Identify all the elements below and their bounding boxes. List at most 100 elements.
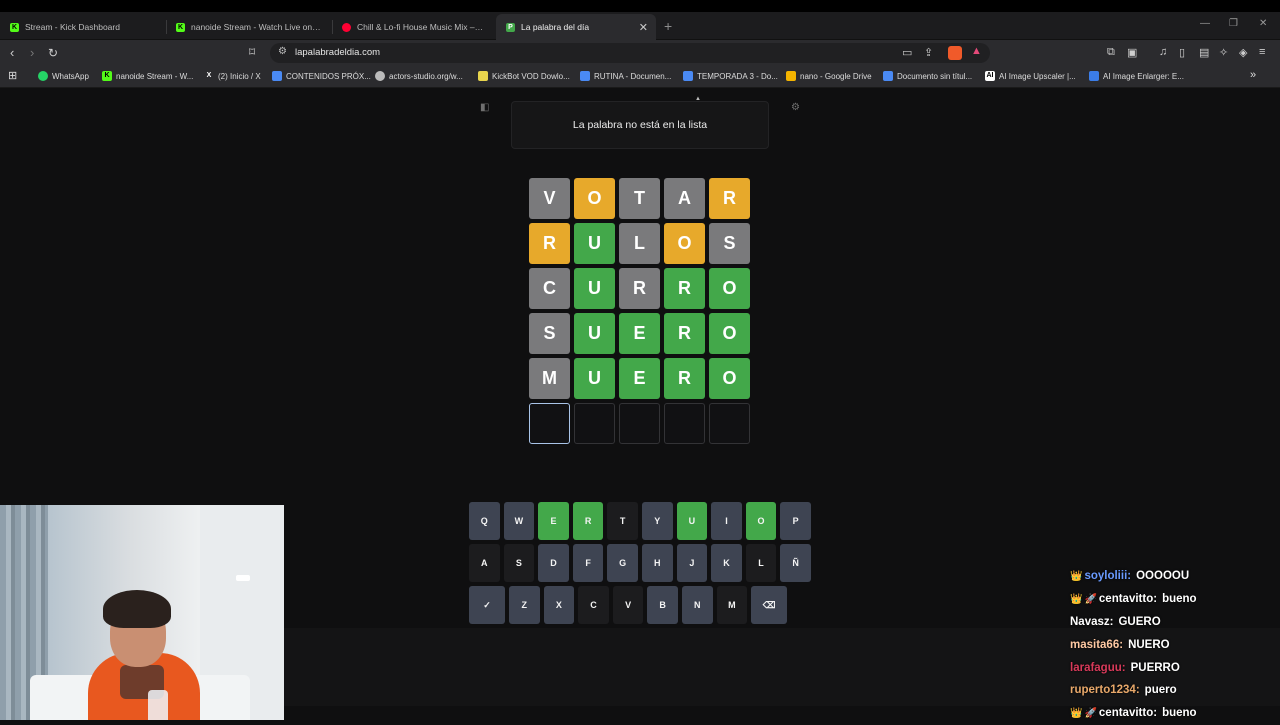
bookmark-drive[interactable]: nano - Google Drive	[786, 71, 872, 81]
bookmark-contenidos[interactable]: CONTENIDOS PRÓX...	[272, 71, 371, 81]
key-t[interactable]: T	[607, 502, 638, 540]
key-d[interactable]: D	[538, 544, 569, 582]
webcam-overlay	[0, 505, 284, 720]
key-c[interactable]: C	[578, 586, 609, 624]
ai-icon: AI	[985, 71, 995, 81]
close-tab-icon[interactable]: ✕	[639, 21, 648, 34]
key-x[interactable]: X	[543, 586, 575, 624]
game-board: VOTARRULOSCURROSUEROMUERO	[529, 178, 751, 448]
settings-icon[interactable]: ⚙	[791, 102, 800, 113]
chat-username[interactable]: masita66:	[1070, 639, 1123, 651]
key-ñ[interactable]: Ñ	[780, 544, 811, 582]
letter-tile: U	[574, 313, 615, 354]
key-z[interactable]: Z	[509, 586, 540, 624]
key-l[interactable]: L	[745, 544, 777, 582]
key-g[interactable]: G	[607, 544, 638, 582]
key-a[interactable]: A	[469, 544, 500, 582]
docs-icon	[580, 71, 590, 81]
chat-text: GUERO	[1118, 615, 1161, 628]
palabra-icon: P	[506, 22, 515, 32]
key-s[interactable]: S	[503, 544, 535, 582]
bookmark-nanoide[interactable]: K nanoide Stream - W...	[102, 71, 193, 81]
key-v[interactable]: V	[612, 586, 644, 624]
brave-shields-icon[interactable]	[948, 46, 962, 60]
tab-nanoide-stream[interactable]: K nanoide Stream - Watch Live on Kick	[166, 14, 332, 40]
bookmark-label: WhatsApp	[52, 71, 89, 81]
key-y[interactable]: Y	[641, 502, 673, 540]
close-window-icon[interactable]: ✕	[1259, 18, 1267, 29]
menu-icon[interactable]: ≡	[1259, 46, 1265, 58]
key-i[interactable]: I	[711, 502, 742, 540]
tab-lofi-music[interactable]: Chill & Lo-fi House Music Mix – Cozy	[332, 14, 494, 40]
chat-username[interactable]: larafaguu:	[1070, 662, 1126, 674]
chat-username[interactable]: centavitto:	[1099, 707, 1157, 719]
chat-username[interactable]: centavitto:	[1099, 593, 1157, 605]
minimize-icon[interactable]: —	[1200, 18, 1210, 29]
letter-tile: S	[709, 223, 750, 264]
key-n[interactable]: N	[681, 586, 713, 624]
chat-username[interactable]: Navasz:	[1070, 616, 1113, 628]
chat-username[interactable]: ruperto1234:	[1070, 684, 1140, 696]
cast-icon[interactable]: ▭	[902, 46, 912, 59]
key-f[interactable]: F	[572, 544, 604, 582]
leo-ai-icon[interactable]: ✧	[1219, 46, 1228, 59]
key-q[interactable]: Q	[469, 502, 500, 540]
key-e[interactable]: E	[538, 502, 569, 540]
bookmark-icon[interactable]: ⌑	[249, 45, 255, 59]
apps-grid-icon[interactable]: ⊞	[8, 69, 17, 82]
forward-icon[interactable]: ›	[30, 45, 34, 61]
kick-icon: K	[10, 22, 19, 32]
tab-label: Chill & Lo-fi House Music Mix – Cozy	[357, 22, 484, 32]
bookmark-ai-upscaler[interactable]: AI AI Image Upscaler |...	[985, 71, 1076, 81]
sidebar-icon[interactable]: ▯	[1179, 46, 1185, 59]
key-m[interactable]: M	[716, 586, 748, 624]
site-info-icon[interactable]: ⚙	[278, 46, 287, 57]
bookmark-rutina[interactable]: RUTINA - Documen...	[580, 71, 671, 81]
vpn-icon[interactable]: ◈	[1239, 46, 1247, 59]
letter-tile: R	[664, 358, 705, 399]
tab-kick-dashboard[interactable]: K Stream - Kick Dashboard	[0, 14, 166, 40]
board-row: VOTAR	[529, 178, 751, 219]
bookmark-temporada[interactable]: TEMPORADA 3 - Do...	[683, 71, 778, 81]
restore-icon[interactable]: ❐	[1229, 18, 1238, 29]
letter-tile: U	[574, 358, 615, 399]
key-j[interactable]: J	[676, 544, 708, 582]
chat-message: masita66: NUERO	[1070, 633, 1280, 656]
brave-rewards-icon[interactable]: ▲	[971, 45, 982, 57]
tab-palabra-del-dia[interactable]: P La palabra del día ✕	[496, 14, 656, 40]
bookmark-actors-studio[interactable]: actors-studio.org/w...	[375, 71, 463, 81]
back-icon[interactable]: ‹	[10, 45, 14, 61]
chat-message: ruperto1234: puero	[1070, 679, 1280, 702]
reload-icon[interactable]: ↻	[48, 45, 58, 61]
bookmark-kickbot[interactable]: KickBot VOD Dowlo...	[478, 71, 570, 81]
letter-tile: O	[664, 223, 705, 264]
key-h[interactable]: H	[641, 544, 673, 582]
bookmark-documento[interactable]: Documento sin títul...	[883, 71, 972, 81]
url-field[interactable]: ⚙ lapalabradeldia.com ▭ ⇪ ▲	[270, 43, 990, 63]
extensions-icon[interactable]: ⧉	[1107, 46, 1115, 59]
more-bookmarks-icon[interactable]: »	[1250, 69, 1256, 81]
bookmark-whatsapp[interactable]: WhatsApp	[38, 71, 89, 81]
media-icon[interactable]: ♫	[1159, 46, 1167, 58]
key-p[interactable]: P	[780, 502, 811, 540]
wallet-icon[interactable]: ▤	[1199, 46, 1209, 59]
new-tab-icon[interactable]: +	[664, 18, 672, 34]
enter-key[interactable]: ✓	[469, 586, 505, 624]
key-k[interactable]: K	[711, 544, 742, 582]
key-w[interactable]: W	[503, 502, 535, 540]
screenshot-icon[interactable]: ▣	[1127, 46, 1137, 59]
bookmark-label: nano - Google Drive	[800, 71, 872, 81]
key-b[interactable]: B	[647, 586, 678, 624]
bookmark-ai-enlarger[interactable]: AI Image Enlarger: E...	[1089, 71, 1184, 81]
drive-icon	[786, 71, 796, 81]
chat-username[interactable]: soyloliii:	[1084, 570, 1131, 582]
key-r[interactable]: R	[572, 502, 604, 540]
bookmark-label: nanoide Stream - W...	[116, 71, 194, 81]
board-row: CURRO	[529, 268, 751, 309]
bookmark-x[interactable]: X (2) Inicio / X	[204, 71, 261, 81]
key-o[interactable]: O	[745, 502, 777, 540]
share-icon[interactable]: ⇪	[924, 46, 933, 59]
backspace-key[interactable]: ⌫	[751, 586, 788, 624]
sidebar-toggle-icon[interactable]: ◧	[480, 102, 489, 113]
key-u[interactable]: U	[676, 502, 708, 540]
